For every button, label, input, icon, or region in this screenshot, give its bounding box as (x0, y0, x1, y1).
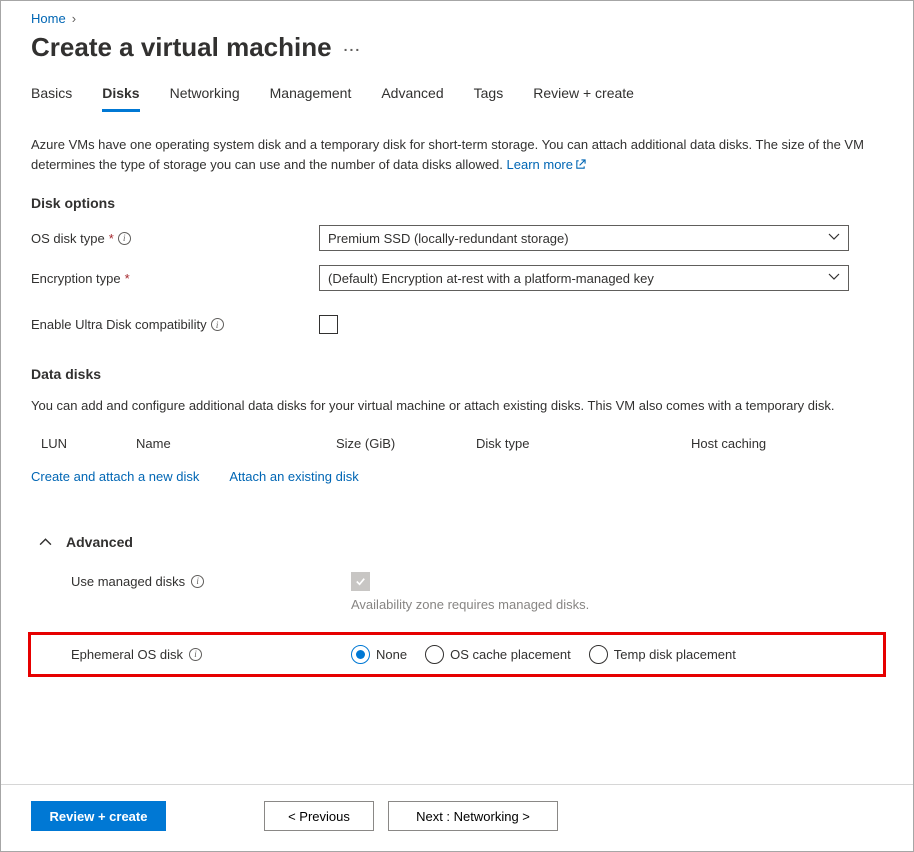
radio-label-cache: OS cache placement (450, 647, 571, 662)
info-icon[interactable]: i (211, 318, 224, 331)
disk-options-heading: Disk options (31, 195, 883, 211)
data-disks-table-header: LUN Name Size (GiB) Disk type Host cachi… (31, 430, 883, 461)
radio-label-temp: Temp disk placement (614, 647, 736, 662)
ephemeral-radio-none[interactable]: None (351, 645, 407, 664)
managed-disks-hint: Availability zone requires managed disks… (351, 597, 883, 612)
tab-disks[interactable]: Disks (102, 81, 139, 112)
use-managed-disks-label: Use managed disks i (71, 572, 351, 589)
encryption-type-value: (Default) Encryption at-rest with a plat… (328, 271, 654, 286)
advanced-section-toggle[interactable]: Advanced (31, 534, 883, 550)
radio-label-none: None (376, 647, 407, 662)
info-icon[interactable]: i (191, 575, 204, 588)
encryption-type-label: Encryption type * (31, 271, 319, 286)
os-disk-type-value: Premium SSD (locally-redundant storage) (328, 231, 569, 246)
page-title: Create a virtual machine ... (31, 32, 883, 63)
info-icon[interactable]: i (118, 232, 131, 245)
ultra-disk-label: Enable Ultra Disk compatibility i (31, 317, 319, 332)
chevron-down-icon (828, 232, 840, 244)
breadcrumb: Home › (31, 11, 883, 26)
tab-networking[interactable]: Networking (170, 81, 240, 112)
advanced-heading-text: Advanced (66, 534, 133, 550)
external-link-icon (575, 156, 586, 176)
create-new-disk-link[interactable]: Create and attach a new disk (31, 469, 199, 484)
wizard-footer: Review + create < Previous Next : Networ… (1, 784, 913, 851)
previous-button[interactable]: < Previous (264, 801, 374, 831)
column-name: Name (136, 436, 336, 451)
tab-basics[interactable]: Basics (31, 81, 72, 112)
column-lun: LUN (41, 436, 136, 451)
data-disks-heading: Data disks (31, 366, 883, 382)
chevron-right-icon: › (72, 11, 76, 26)
tab-management[interactable]: Management (270, 81, 352, 112)
ephemeral-os-disk-label: Ephemeral OS disk i (71, 645, 351, 662)
tab-tags[interactable]: Tags (474, 81, 504, 112)
breadcrumb-home[interactable]: Home (31, 11, 66, 26)
disks-description: Azure VMs have one operating system disk… (31, 135, 883, 175)
learn-more-link[interactable]: Learn more (507, 157, 586, 172)
next-button[interactable]: Next : Networking > (388, 801, 558, 831)
chevron-up-icon (39, 534, 52, 550)
tab-review[interactable]: Review + create (533, 81, 634, 112)
attach-existing-disk-link[interactable]: Attach an existing disk (229, 469, 358, 484)
page-title-text: Create a virtual machine (31, 32, 332, 63)
tab-advanced[interactable]: Advanced (381, 81, 443, 112)
os-disk-type-select[interactable]: Premium SSD (locally-redundant storage) (319, 225, 849, 251)
ultra-disk-checkbox[interactable] (319, 315, 338, 334)
use-managed-disks-checkbox (351, 572, 370, 591)
review-create-button[interactable]: Review + create (31, 801, 166, 831)
ephemeral-highlight: Ephemeral OS disk i None OS cache placem… (28, 632, 886, 677)
os-disk-type-label: OS disk type * i (31, 231, 319, 246)
info-icon[interactable]: i (189, 648, 202, 661)
ephemeral-radio-group: None OS cache placement Temp disk placem… (351, 645, 883, 664)
column-size: Size (GiB) (336, 436, 476, 451)
ephemeral-radio-temp[interactable]: Temp disk placement (589, 645, 736, 664)
column-disk-type: Disk type (476, 436, 691, 451)
ephemeral-radio-cache[interactable]: OS cache placement (425, 645, 571, 664)
column-host-caching: Host caching (691, 436, 883, 451)
tabs: Basics Disks Networking Management Advan… (31, 81, 883, 113)
chevron-down-icon (828, 272, 840, 284)
more-menu-icon[interactable]: ... (344, 38, 362, 58)
disks-description-text: Azure VMs have one operating system disk… (31, 137, 864, 172)
data-disks-description: You can add and configure additional dat… (31, 396, 883, 416)
encryption-type-select[interactable]: (Default) Encryption at-rest with a plat… (319, 265, 849, 291)
